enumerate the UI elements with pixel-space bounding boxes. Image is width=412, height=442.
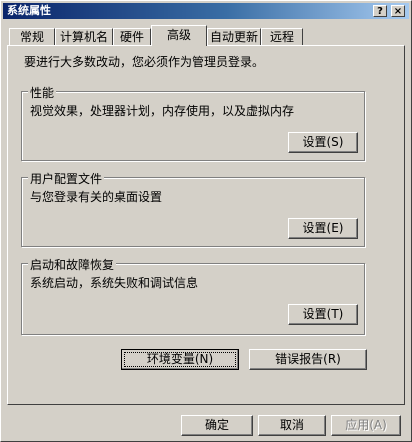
- user-profiles-group: 用户配置文件 与您登录有关的桌面设置 设置(E): [21, 170, 365, 247]
- tab-automatic-updates[interactable]: 自动更新: [207, 28, 261, 45]
- tab-hardware[interactable]: 硬件: [113, 28, 151, 45]
- user-profiles-description: 与您登录有关的桌面设置: [30, 190, 163, 204]
- startup-recovery-group: 启动和故障恢复 系统启动，系统失败和调试信息 设置(T): [21, 256, 365, 335]
- title-bar[interactable]: 系统属性 ? ×: [3, 3, 409, 19]
- startup-recovery-description: 系统启动，系统失败和调试信息: [30, 276, 199, 290]
- help-button[interactable]: ?: [373, 5, 387, 17]
- apply-button[interactable]: 应用(A): [331, 415, 401, 436]
- close-button[interactable]: ×: [391, 5, 405, 17]
- user-profiles-settings-button[interactable]: 设置(E): [288, 218, 358, 239]
- performance-settings-button[interactable]: 设置(S): [288, 132, 358, 153]
- ok-button[interactable]: 确定: [181, 415, 253, 436]
- tab-computer-name[interactable]: 计算机名: [55, 28, 113, 45]
- cancel-button[interactable]: 取消: [258, 415, 326, 436]
- window-title: 系统属性: [7, 4, 51, 17]
- environment-variables-button[interactable]: 环境变量(N): [121, 349, 239, 370]
- tab-remote[interactable]: 远程: [261, 28, 303, 45]
- startup-recovery-group-title: 启动和故障恢复: [28, 256, 117, 273]
- system-properties-window: 系统属性 ? × 常规 计算机名 硬件 高级 自动更新 远程 要进行大多数改动，…: [0, 0, 412, 442]
- error-report-button[interactable]: 错误报告(R): [249, 349, 367, 370]
- tab-general[interactable]: 常规: [9, 28, 55, 45]
- startup-recovery-settings-button[interactable]: 设置(T): [288, 304, 358, 325]
- performance-description: 视觉效果，处理器计划，内存使用，以及虚拟内存: [30, 104, 295, 118]
- user-profiles-group-title: 用户配置文件: [28, 170, 105, 187]
- performance-group: 性能 视觉效果，处理器计划，内存使用，以及虚拟内存 设置(S): [21, 84, 365, 161]
- performance-group-title: 性能: [28, 84, 57, 101]
- admin-notice: 要进行大多数改动，您必须作为管理员登录。: [24, 55, 265, 69]
- tab-advanced[interactable]: 高级: [151, 25, 207, 46]
